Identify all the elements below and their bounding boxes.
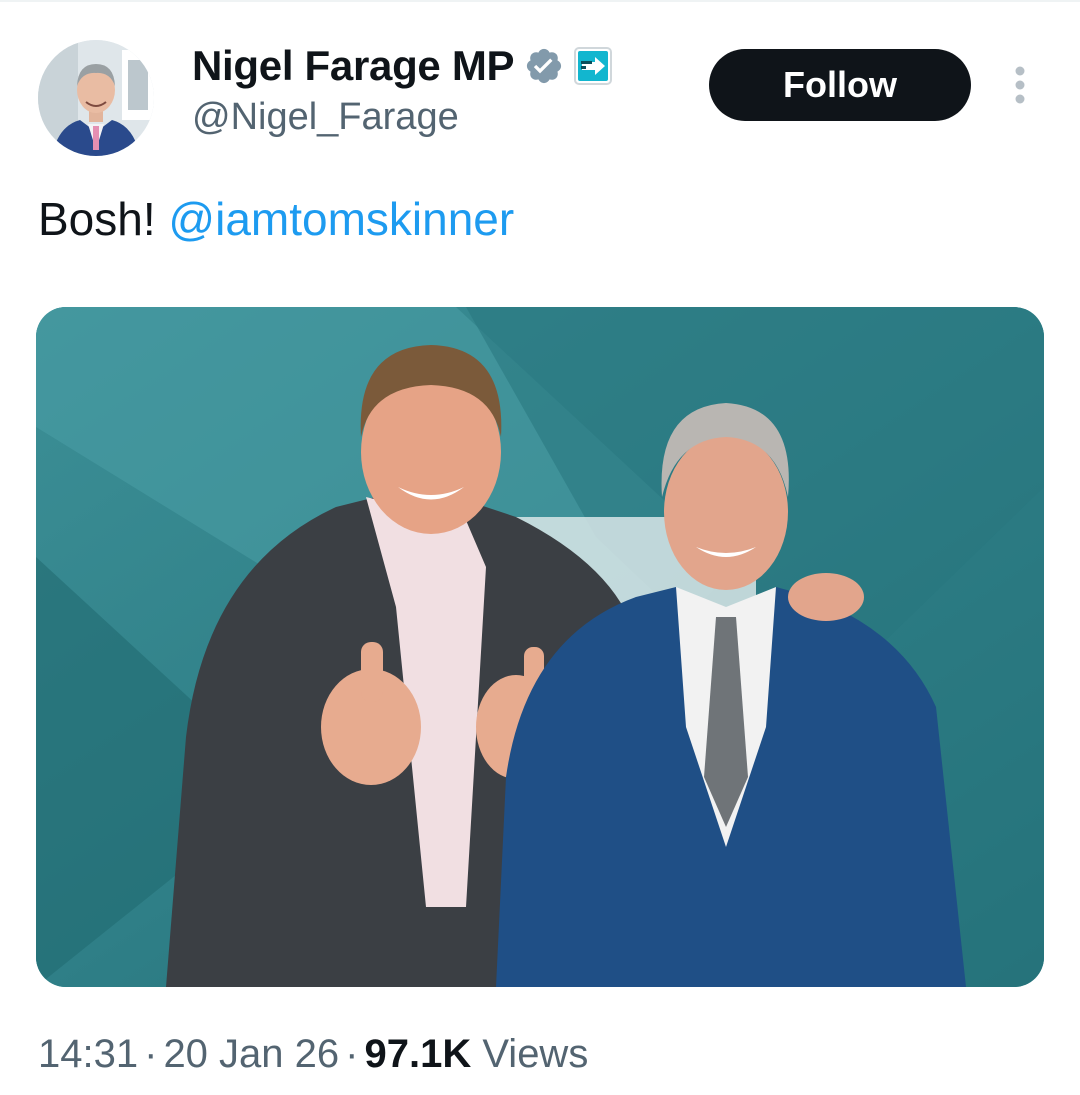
follow-button[interactable]: Follow [709,49,971,121]
avatar-image [38,40,154,156]
tweet-date[interactable]: 20 Jan 26 [163,1032,339,1076]
tweet-body: Bosh! [38,193,156,245]
photo-illustration [36,307,1044,987]
tweet-meta: 14:31 · 20 Jan 26 · 97.1K Views [38,1032,588,1077]
mention-link[interactable]: @iamtomskinner [168,193,514,245]
tweet-text: Bosh! @iamtomskinner [38,192,514,246]
views-count: 97.1K [364,1032,472,1076]
views-label: Views [482,1032,589,1076]
verified-badge-icon[interactable] [524,46,564,86]
meta-separator: · [345,1032,359,1076]
author-handle[interactable]: @Nigel_Farage [192,96,459,139]
author-name-row: Nigel Farage MP [192,40,613,92]
top-divider [0,0,1080,2]
tweet-time[interactable]: 14:31 [38,1032,138,1076]
more-options-icon[interactable] [1000,62,1040,108]
reform-uk-affiliation-icon[interactable] [574,47,613,85]
avatar[interactable] [38,40,154,156]
tweet-photo[interactable] [36,307,1044,987]
display-name[interactable]: Nigel Farage MP [192,42,515,90]
meta-separator: · [144,1032,158,1076]
